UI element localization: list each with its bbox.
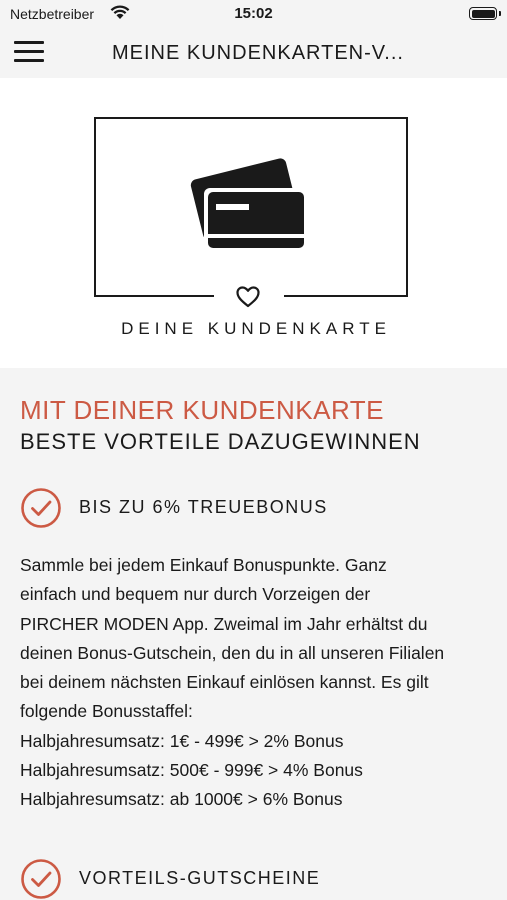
body-line: Halbjahresumsatz: 500€ - 999€ > 4% Bonus bbox=[20, 760, 363, 781]
body-line: deinen Bonus-Gutschein, den du in all un… bbox=[20, 642, 445, 663]
benefit-label: BIS ZU 6% TREUEBONUS bbox=[79, 497, 328, 517]
battery-tip bbox=[499, 11, 501, 16]
clock: 15:02 bbox=[234, 5, 273, 22]
body-line: Halbjahresumsatz: ab 1000€ > 6% Bonus bbox=[20, 789, 343, 810]
nav-bar: MEINE KUNDENKARTEN-V... bbox=[0, 28, 507, 78]
status-bar: Netzbetreiber 15:02 bbox=[0, 0, 507, 28]
frame-divider-left bbox=[94, 295, 214, 297]
body-line: Sammle bei jedem Einkauf Bonuspunkte. Ga… bbox=[20, 555, 387, 575]
credit-cards-icon bbox=[190, 153, 310, 258]
benefit-label: VORTEILS-GUTSCHEINE bbox=[79, 868, 321, 888]
benefit-description: Sammle bei jedem Einkauf Bonuspunkte. Ga… bbox=[20, 551, 490, 815]
hero-caption: DEINE KUNDENKARTE bbox=[121, 319, 391, 338]
body-line: bei deinem nächsten Einkauf einlösen kan… bbox=[20, 672, 429, 693]
section-heading: MIT DEINER KUNDENKARTE bbox=[20, 395, 384, 425]
body-line: folgende Bonusstaffel: bbox=[20, 701, 193, 722]
page-title: MEINE KUNDENKARTEN-V... bbox=[112, 42, 404, 64]
menu-icon[interactable] bbox=[14, 41, 46, 65]
check-circle-icon bbox=[20, 858, 62, 900]
heart-icon bbox=[235, 285, 261, 314]
body-line: PIRCHER MODEN App. Zweimal im Jahr erhäl… bbox=[20, 613, 428, 634]
frame-divider-right bbox=[284, 295, 408, 297]
hero-banner: DEINE KUNDENKARTE bbox=[0, 78, 507, 368]
body-line: Halbjahresumsatz: 1€ - 499€ > 2% Bonus bbox=[20, 730, 344, 751]
content-section: MIT DEINER KUNDENKARTE BESTE VORTEILE DA… bbox=[0, 368, 507, 900]
battery-icon bbox=[469, 7, 497, 20]
section-subheading: BESTE VORTEILE DAZUGEWINNEN bbox=[20, 429, 421, 454]
benefit-item: VORTEILS-GUTSCHEINE bbox=[20, 858, 490, 900]
benefit-item: BIS ZU 6% TREUEBONUS bbox=[20, 487, 490, 529]
check-circle-icon bbox=[20, 487, 62, 534]
body-line: einfach und bequem nur durch Vorzeigen d… bbox=[20, 584, 371, 605]
